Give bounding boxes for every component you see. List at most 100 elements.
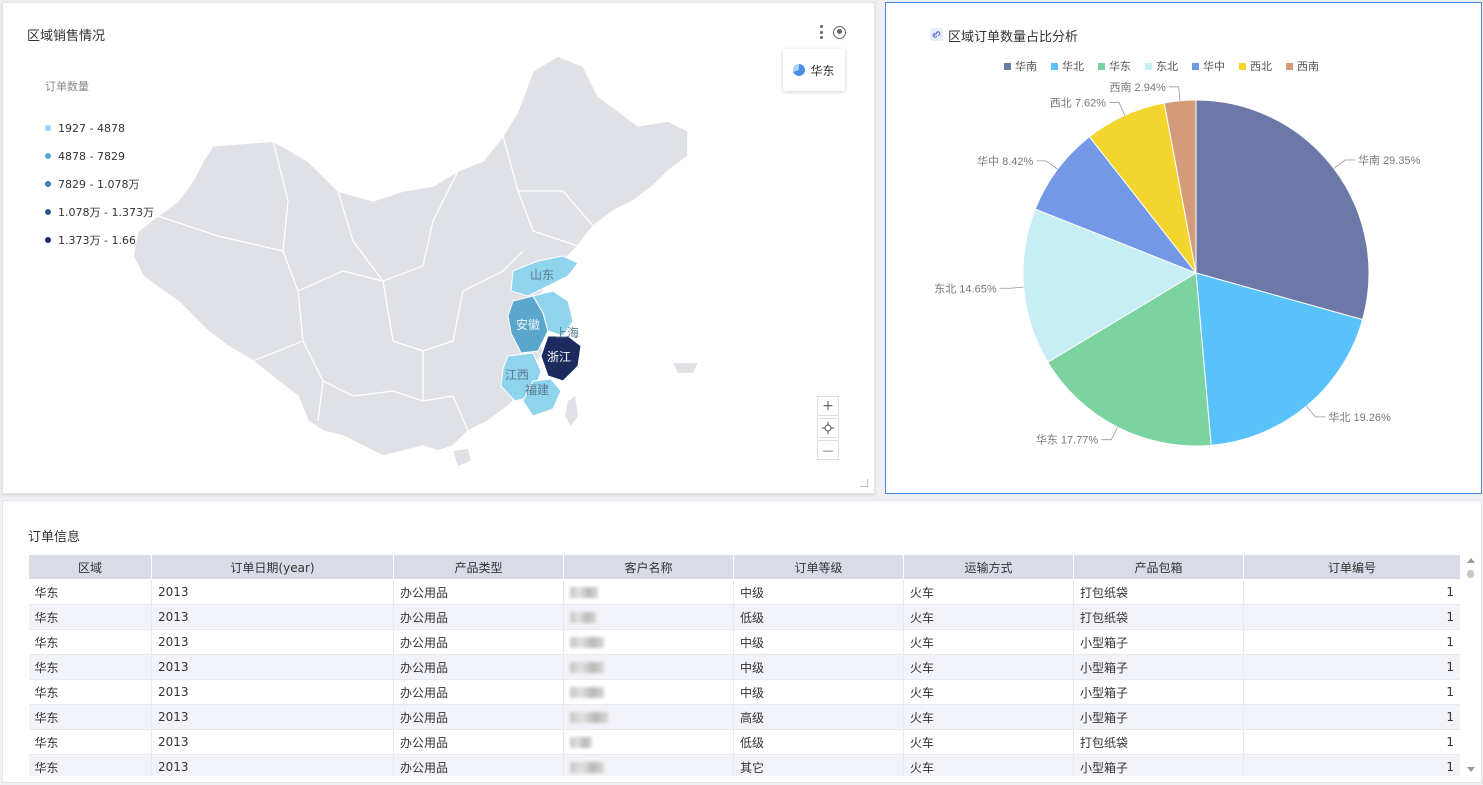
table-cell (563, 654, 734, 680)
table-cell: 低级 (733, 729, 904, 755)
table-cell: 小型箱子 (1073, 629, 1244, 655)
pie-leader-line (1036, 160, 1058, 170)
pie-slice-label: 西南 2.94% (1110, 81, 1166, 94)
pie-chart[interactable]: 华南 29.35% 华北 19.26% 华东 17.77% 东北 14.65% 华中 8… (886, 3, 1483, 495)
legend-dot-icon (45, 181, 51, 187)
focus-icon[interactable] (833, 25, 846, 39)
table-cell: 火车 (903, 704, 1074, 730)
pie-slice-label: 西北 7.62% (1050, 97, 1106, 110)
table-row[interactable]: 华东 2013 办公用品 中级 火车 小型箱子 1 (28, 679, 1460, 705)
pie-leader-line (1306, 405, 1326, 418)
map-legend-label: 4878 - 7829 (58, 149, 125, 163)
table-row[interactable]: 华东 2013 办公用品 其它 火车 小型箱子 1 (28, 754, 1460, 776)
scroll-down-icon[interactable] (1467, 767, 1475, 772)
legend-dot-icon (45, 153, 51, 159)
table-cell: 办公用品 (393, 679, 564, 705)
table-cell (563, 679, 734, 705)
column-header[interactable]: 区域 (28, 554, 152, 580)
pie-chart-icon (793, 64, 806, 76)
table-cell: 火车 (903, 604, 1074, 630)
drill-region-chip[interactable]: 华东 (783, 49, 845, 91)
column-header[interactable]: 订单等级 (733, 554, 904, 580)
crosshair-icon (822, 422, 834, 434)
table-row[interactable]: 华东 2013 办公用品 低级 火车 打包纸袋 1 (28, 729, 1460, 755)
table-cell: 华东 (28, 629, 152, 655)
redacted-customer-name (570, 762, 604, 773)
table-cell: 小型箱子 (1073, 679, 1244, 705)
table-cell: 低级 (733, 604, 904, 630)
table-cell: 中级 (733, 579, 904, 605)
table-cell: 火车 (903, 629, 1074, 655)
drill-region-label: 华东 (810, 63, 835, 78)
province-label: 浙江 (547, 350, 571, 364)
table-cell: 打包纸袋 (1073, 579, 1244, 605)
table-cell: 1 (1243, 729, 1460, 755)
scroll-thumb[interactable] (1467, 570, 1474, 578)
pie-leader-line (1101, 427, 1118, 441)
table-cell: 1 (1243, 629, 1460, 655)
table-cell: 2013 (151, 579, 394, 605)
table-cell: 办公用品 (393, 629, 564, 655)
table-cell: 华东 (28, 654, 152, 680)
table-cell: 小型箱子 (1073, 754, 1244, 776)
table-row[interactable]: 华东 2013 办公用品 中级 火车 打包纸袋 1 (28, 579, 1460, 605)
table-panel-title: 订单信息 (28, 530, 81, 545)
table-cell: 华东 (28, 604, 152, 630)
redacted-customer-name (570, 737, 592, 748)
table-cell: 1 (1243, 679, 1460, 705)
map-legend-label: 1927 - 4878 (58, 121, 125, 135)
table-cell: 办公用品 (393, 754, 564, 776)
island-taiwan (565, 396, 578, 426)
table-cell (563, 604, 734, 630)
pie-slice-label: 华北 19.26% (1328, 410, 1391, 424)
redacted-customer-name (570, 662, 604, 673)
table-row[interactable]: 华东 2013 办公用品 中级 火车 小型箱子 1 (28, 654, 1460, 680)
pie-leader-line (1168, 86, 1181, 101)
column-header[interactable]: 产品类型 (393, 554, 564, 580)
table-row[interactable]: 华东 2013 办公用品 低级 火车 打包纸袋 1 (28, 604, 1460, 630)
table-cell: 火车 (903, 654, 1074, 680)
table-cell: 2013 (151, 654, 394, 680)
table-cell: 办公用品 (393, 604, 564, 630)
table-cell (563, 629, 734, 655)
table-cell: 1 (1243, 704, 1460, 730)
legend-dot-icon (45, 125, 51, 131)
table-cell: 火车 (903, 754, 1074, 776)
table-cell: 华东 (28, 729, 152, 755)
table-cell (563, 729, 734, 755)
pie-slice-label: 华东 17.77% (1036, 433, 1099, 447)
table-cell: 办公用品 (393, 704, 564, 730)
table-cell: 1 (1243, 579, 1460, 605)
table-cell: 小型箱子 (1073, 654, 1244, 680)
table-row[interactable]: 华东 2013 办公用品 中级 火车 小型箱子 1 (28, 629, 1460, 655)
zoom-out-button[interactable]: — (817, 440, 839, 460)
china-map[interactable]: 山东 安徽 上海 浙江 江西 福建 (123, 51, 703, 491)
column-header[interactable]: 订单日期(year) (151, 554, 394, 580)
map-base-region (132, 55, 689, 457)
more-options-icon[interactable] (819, 25, 823, 39)
locate-button[interactable] (817, 418, 839, 438)
table-cell: 2013 (151, 729, 394, 755)
column-header[interactable]: 客户名称 (563, 554, 734, 580)
redacted-customer-name (570, 637, 604, 648)
order-table-wrap: 区域 订单日期(year) 产品类型 客户名称 订单等级 运输方式 产品包箱 订单编号 华东 2… (28, 554, 1460, 776)
column-header[interactable]: 产品包箱 (1073, 554, 1244, 580)
map-panel: 区域销售情况 华东 订单数量 1927 - 4878 4878 - 7829 782… (2, 2, 875, 494)
table-cell: 其它 (733, 754, 904, 776)
resize-handle-icon[interactable] (860, 479, 868, 487)
province-label: 江西 (505, 368, 529, 382)
scroll-up-icon[interactable] (1467, 558, 1475, 563)
pie-slice-label: 华南 29.35% (1358, 153, 1421, 167)
table-cell: 华东 (28, 704, 152, 730)
table-cell: 办公用品 (393, 654, 564, 680)
table-cell: 打包纸袋 (1073, 729, 1244, 755)
map-panel-title: 区域销售情况 (27, 29, 106, 44)
zoom-in-button[interactable]: + (817, 396, 839, 416)
column-header[interactable]: 运输方式 (903, 554, 1074, 580)
table-cell: 华东 (28, 754, 152, 776)
pie-slice-label: 华中 8.42% (977, 154, 1033, 168)
table-scrollbar[interactable] (1466, 556, 1475, 774)
column-header[interactable]: 订单编号 (1243, 554, 1460, 580)
table-row[interactable]: 华东 2013 办公用品 高级 火车 小型箱子 1 (28, 704, 1460, 730)
redacted-customer-name (570, 687, 604, 698)
